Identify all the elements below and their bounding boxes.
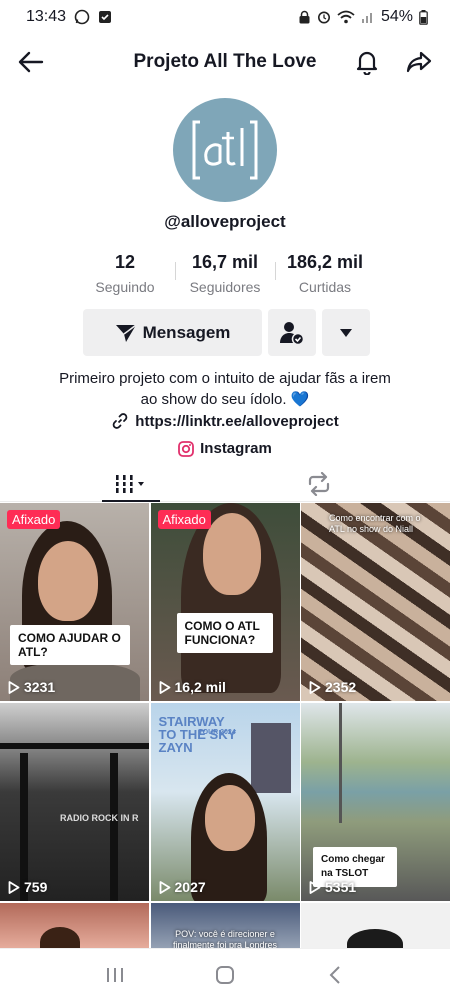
stat-following[interactable]: 12 Seguindo	[75, 252, 175, 295]
message-button[interactable]: Mensagem	[83, 309, 262, 356]
user-check-icon	[280, 321, 305, 345]
bell-icon	[356, 51, 378, 75]
view-count: 759	[8, 879, 47, 895]
lock-icon	[298, 10, 311, 24]
play-icon	[309, 880, 321, 894]
view-count: 5351	[309, 879, 356, 895]
stat-value: 12	[114, 252, 136, 272]
instagram-link[interactable]: Instagram	[0, 440, 450, 457]
recent-apps-button[interactable]	[100, 960, 130, 990]
send-icon	[115, 323, 137, 342]
chevron-left-icon	[329, 965, 340, 984]
view-count-text: 3231	[24, 679, 56, 695]
whatsapp-icon	[74, 9, 90, 25]
arrow-left-icon	[18, 51, 44, 73]
view-count: 3231	[8, 679, 55, 695]
link-icon	[112, 413, 128, 429]
view-count-text: 5351	[325, 879, 357, 895]
video-caption: Como encontrar com o ATL no show do Nial…	[329, 513, 421, 534]
content-tabs	[0, 466, 450, 502]
signal-icon	[361, 10, 375, 24]
stat-likes[interactable]: 186,2 mil Curtidas	[275, 252, 375, 295]
atl-logo-icon	[192, 120, 258, 180]
video-thumbnail[interactable]: Como chegar na TSLOT 5351	[301, 703, 450, 901]
video-thumbnail[interactable]: STAIRWAY TO THE SKY ZAYN TOUR 2024 2027	[150, 703, 300, 901]
following-button[interactable]	[268, 309, 316, 356]
back-button[interactable]	[16, 47, 46, 77]
share-button[interactable]	[404, 47, 434, 77]
suggested-accounts-button[interactable]	[322, 309, 370, 356]
video-caption: COMO AJUDAR O ATL?	[10, 625, 130, 665]
view-count-text: 759	[24, 879, 48, 895]
video-thumbnail[interactable]: Afixado COMO O ATL FUNCIONA? 16,2 mil	[150, 503, 300, 701]
top-bar: Projeto All The Love	[0, 40, 450, 84]
battery-percent: 54%	[380, 8, 413, 25]
alarm-icon	[317, 10, 331, 24]
video-caption: RADIO ROCK IN R	[60, 813, 139, 823]
avatar[interactable]	[173, 98, 277, 202]
view-count: 16,2 mil	[159, 679, 226, 695]
notifications-button[interactable]	[352, 47, 382, 77]
view-count: 2027	[159, 879, 206, 895]
play-icon	[159, 880, 170, 894]
bio: Primeiro projeto com o intuito de ajudar…	[0, 368, 450, 410]
repost-icon	[308, 471, 330, 496]
stat-label: Curtidas	[298, 279, 352, 295]
video-grid: Afixado COMO AJUDAR O ATL? 3231 Afixado …	[0, 503, 450, 951]
home-button[interactable]	[210, 960, 240, 990]
video-thumbnail[interactable]: Afixado COMO AJUDAR O ATL? 3231	[0, 503, 149, 701]
status-time: 13:43	[26, 8, 67, 25]
play-icon	[159, 680, 170, 694]
stat-label: Seguindo	[95, 279, 155, 295]
tab-reposts[interactable]	[290, 466, 348, 501]
stat-followers[interactable]: 16,7 mil Seguidores	[175, 252, 275, 295]
bio-line: Primeiro projeto com o intuito de ajudar…	[59, 370, 391, 387]
download-check-icon	[98, 10, 112, 24]
instagram-label: Instagram	[200, 440, 272, 457]
play-icon	[8, 880, 20, 894]
video-caption: COMO O ATL FUNCIONA?	[176, 613, 273, 653]
video-subcaption: TOUR 2024	[198, 729, 236, 736]
status-bar: 13:43 54%	[0, 0, 450, 34]
system-navigation-bar	[0, 948, 450, 1000]
view-count: 2352	[309, 679, 356, 695]
view-count-text: 2352	[325, 679, 357, 695]
video-thumbnail[interactable]: POV: você é direcioner e finalmente foi …	[150, 903, 300, 951]
pinned-badge: Afixado	[7, 510, 61, 529]
home-icon	[216, 965, 234, 984]
view-count-text: 16,2 mil	[174, 679, 226, 695]
system-back-button[interactable]	[320, 960, 350, 990]
play-icon	[309, 680, 321, 694]
view-count-text: 2027	[174, 879, 206, 895]
video-thumbnail[interactable]: Como encontrar com o ATL no show do Nial…	[301, 503, 450, 701]
video-thumbnail[interactable]	[301, 903, 450, 951]
stat-label: Seguidores	[189, 279, 261, 295]
video-thumbnail[interactable]: RADIO ROCK IN R 759	[0, 703, 149, 901]
grid-filter-icon	[116, 474, 144, 493]
instagram-icon	[178, 440, 195, 457]
bio-link-text: https://linktr.ee/alloveproject	[135, 412, 339, 430]
battery-icon	[419, 9, 428, 25]
bio-link[interactable]: https://linktr.ee/alloveproject	[0, 412, 450, 430]
bio-line: ao show do seu ídolo. 💙	[140, 391, 310, 408]
stat-value: 16,7 mil	[191, 252, 259, 272]
profile-actions: Mensagem	[83, 309, 370, 356]
play-icon	[8, 680, 20, 694]
share-arrow-icon	[406, 51, 432, 73]
profile-stats: 12 Seguindo 16,7 mil Seguidores 186,2 mi…	[0, 252, 450, 295]
recent-apps-icon	[107, 967, 123, 982]
stat-value: 186,2 mil	[286, 252, 364, 272]
username: @alloveproject	[164, 212, 286, 231]
message-button-label: Mensagem	[142, 322, 231, 342]
tab-videos[interactable]	[102, 466, 160, 502]
pinned-badge: Afixado	[157, 510, 211, 529]
caret-down-icon	[340, 328, 352, 337]
wifi-icon	[337, 10, 355, 24]
video-thumbnail[interactable]	[0, 903, 149, 951]
